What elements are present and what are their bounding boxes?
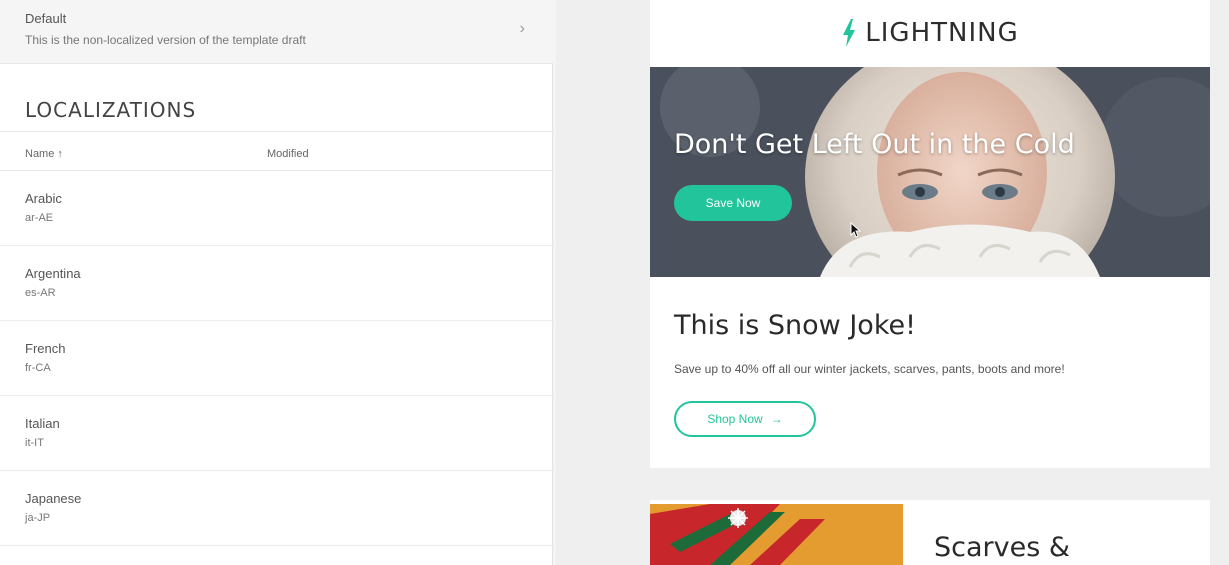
section-title: This is Snow Joke! <box>674 310 916 341</box>
default-subtitle: This is the non-localized version of the… <box>25 33 306 47</box>
list-item[interactable]: Argentina es-AR <box>0 246 553 321</box>
chevron-right-icon: › <box>519 20 525 37</box>
app-root: Default This is the non-localized versio… <box>0 0 1229 565</box>
localization-name: Italian <box>25 416 60 431</box>
divider <box>0 131 553 132</box>
email-preview-pane: LIGHTNING Don't Get Left Out in the Cold… <box>556 0 1229 565</box>
secondary-title: Scarves & <box>934 532 1070 563</box>
list-item[interactable]: French fr-CA <box>0 321 553 396</box>
localization-name: French <box>25 341 66 356</box>
scarf-photo <box>650 504 903 565</box>
localizations-heading: LOCALIZATIONS <box>25 98 197 122</box>
shop-now-label: Shop Now <box>707 412 763 426</box>
localization-code: it-IT <box>25 437 44 449</box>
localizations-panel: Default This is the non-localized versio… <box>0 0 553 565</box>
list-item[interactable]: Arabic ar-AE <box>0 171 553 246</box>
lightning-bolt-icon <box>843 19 856 47</box>
default-template-row[interactable]: Default This is the non-localized versio… <box>0 0 553 64</box>
column-header-name[interactable]: Name ↑ <box>25 148 63 160</box>
localization-code: ja-JP <box>25 512 51 524</box>
localization-name: Argentina <box>25 266 81 281</box>
save-now-button[interactable]: Save Now <box>674 185 792 221</box>
default-title: Default <box>25 11 67 26</box>
brand-name: LIGHTNING <box>865 18 1019 48</box>
localization-code: fr-CA <box>25 362 51 374</box>
localization-code: es-AR <box>25 287 56 299</box>
email-card: LIGHTNING Don't Get Left Out in the Cold… <box>650 0 1210 468</box>
list-item[interactable]: Japanese ja-JP <box>0 471 553 546</box>
brand-logo: LIGHTNING <box>650 0 1210 66</box>
localization-name: Japanese <box>25 491 82 506</box>
mouse-cursor-icon <box>850 222 862 238</box>
hero-image <box>650 67 1210 277</box>
list-item[interactable]: Italian it-IT <box>0 396 553 471</box>
hero-headline: Don't Get Left Out in the Cold <box>674 129 1075 160</box>
email-card-secondary: Scarves & <box>650 500 1210 565</box>
column-header-modified[interactable]: Modified <box>267 148 309 160</box>
localization-list: Arabic ar-AE Argentina es-AR French fr-C… <box>0 171 553 546</box>
hero-banner: Don't Get Left Out in the Cold Save Now <box>650 67 1210 277</box>
shop-now-button[interactable]: Shop Now → <box>674 401 816 437</box>
scarf-image <box>650 504 903 565</box>
localization-code: ar-AE <box>25 212 54 224</box>
localization-name: Arabic <box>25 191 62 206</box>
section-description: Save up to 40% off all our winter jacket… <box>674 362 1065 376</box>
arrow-right-icon: → <box>770 412 783 426</box>
